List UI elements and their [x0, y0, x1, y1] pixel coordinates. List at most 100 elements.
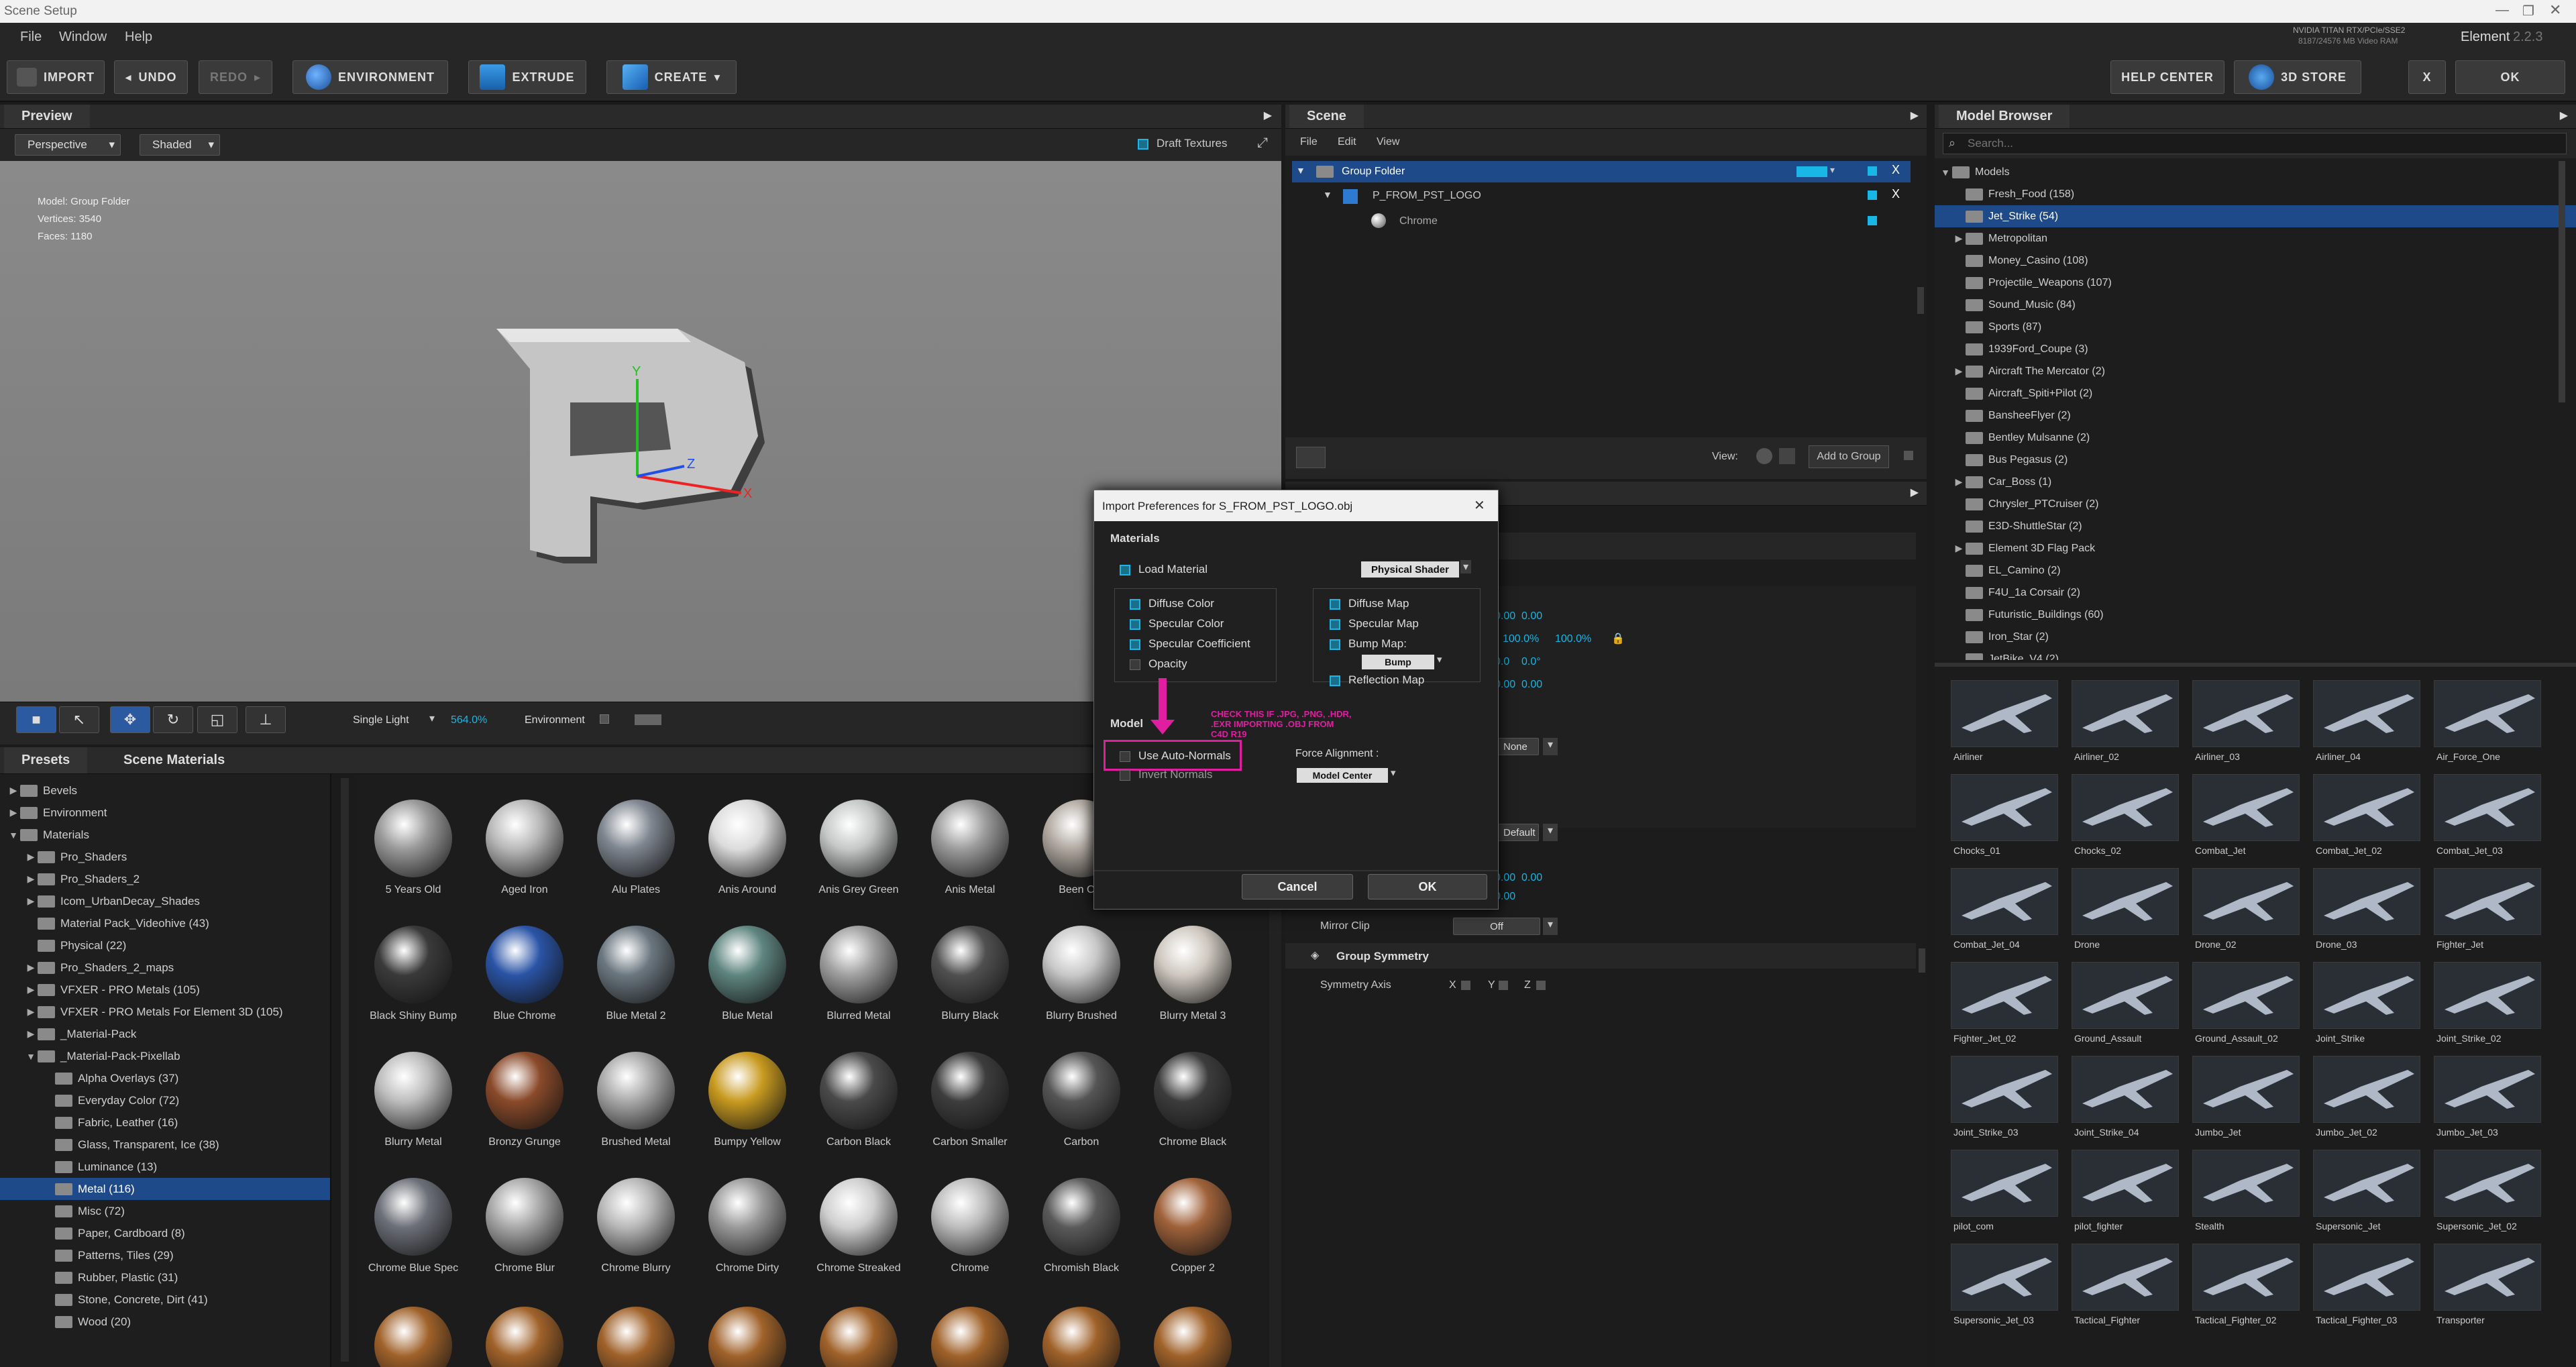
expand-arrow-icon[interactable]: ▶ — [1952, 543, 1966, 554]
material-swatch[interactable] — [1154, 1307, 1232, 1367]
model-thumbnail[interactable] — [2072, 680, 2179, 747]
visibility-checkbox[interactable] — [1868, 190, 1877, 200]
rotate-tool-icon[interactable]: ↻ — [153, 706, 193, 733]
alignment-dropdown[interactable]: Model Center — [1297, 768, 1388, 783]
view-sphere-icon[interactable] — [1756, 448, 1772, 464]
search-input[interactable] — [1968, 135, 2558, 152]
scene-item-group-folder[interactable]: ▼ Group Folder ▾ X — [1292, 161, 1911, 182]
model-thumbnail[interactable] — [1951, 774, 2058, 841]
model-thumbnail[interactable] — [2313, 1244, 2420, 1311]
preset-tree-item[interactable]: Glass, Transparent, Ice (38) — [0, 1134, 330, 1156]
create-button[interactable]: CREATE ▾ — [606, 60, 737, 94]
zoom-value[interactable]: 564.0% — [451, 714, 487, 726]
preset-tree-item[interactable]: ▶ _Material-Pack — [0, 1023, 330, 1045]
model-thumbnail[interactable] — [2313, 1056, 2420, 1123]
material-swatch[interactable] — [1042, 1307, 1120, 1367]
preset-tree-item[interactable]: ▶ Pro_Shaders_2 — [0, 868, 330, 890]
group-symmetry-header[interactable]: ◈ Group Symmetry — [1285, 943, 1916, 969]
diffuse-map-option[interactable]: Diffuse Map — [1330, 597, 1409, 610]
opacity-option[interactable]: Opacity — [1130, 657, 1187, 671]
model-tree-item[interactable]: ▶ Metropolitan — [1935, 227, 2576, 250]
model-thumbnail[interactable] — [2192, 680, 2300, 747]
scene-menu-file[interactable]: File — [1300, 136, 1318, 148]
specular-map-option[interactable]: Specular Map — [1330, 617, 1419, 631]
material-swatch[interactable] — [1042, 1052, 1120, 1130]
model-thumbnail[interactable] — [2192, 962, 2300, 1029]
material-swatch[interactable] — [820, 1052, 898, 1130]
axis-y-checkbox[interactable] — [1499, 981, 1508, 990]
model-thumbnail[interactable] — [2192, 1150, 2300, 1217]
model-thumbnail[interactable] — [1951, 1150, 2058, 1217]
property-value[interactable]: 100.0% — [1503, 633, 1539, 645]
preset-tree-item[interactable]: ▶ VFXER - PRO Metals For Element 3D (105) — [0, 1001, 330, 1023]
material-swatch[interactable] — [931, 1052, 1009, 1130]
model-thumbnail[interactable] — [2313, 680, 2420, 747]
expand-icon[interactable]: ▼ — [1296, 165, 1305, 176]
preset-tree-item[interactable]: ▶ Pro_Shaders — [0, 846, 330, 868]
material-swatch[interactable] — [486, 1307, 564, 1367]
invert-normals-checkbox[interactable] — [1120, 769, 1130, 781]
property-value[interactable]: 100.0% — [1555, 633, 1591, 645]
model-thumbnail[interactable] — [2434, 868, 2541, 935]
expand-arrow-icon[interactable]: ▼ — [1939, 167, 1952, 178]
model-thumbnail[interactable] — [1951, 1244, 2058, 1311]
model-tree-item[interactable]: 1939Ford_Coupe (3) — [1935, 338, 2576, 360]
lock-icon[interactable]: 🔒 — [1611, 632, 1625, 645]
preset-tree-item[interactable]: Alpha Overlays (37) — [0, 1067, 330, 1089]
3d-store-button[interactable]: 3D STORE — [2234, 60, 2361, 94]
model-thumbnail[interactable] — [2313, 962, 2420, 1029]
expand-arrow-icon[interactable]: ▶ — [1952, 233, 1966, 244]
model-thumbnail[interactable] — [1951, 962, 2058, 1029]
draft-textures-toggle[interactable]: Draft Textures — [1138, 137, 1228, 150]
fullscreen-icon[interactable]: ⤢ — [1257, 135, 1268, 151]
model-tree-item[interactable]: ▼ Models — [1935, 161, 2576, 183]
checkbox[interactable] — [1330, 639, 1340, 650]
expand-arrow-icon[interactable]: ▶ — [24, 984, 38, 995]
shader-dropdown[interactable]: Physical Shader — [1361, 561, 1459, 578]
material-swatch[interactable] — [597, 926, 675, 1003]
expand-arrow-icon[interactable]: ▶ — [1952, 366, 1966, 377]
bump-dropdown[interactable]: Bump — [1362, 655, 1434, 669]
tab-presets[interactable]: Presets — [4, 747, 88, 773]
material-swatch[interactable] — [597, 800, 675, 877]
undo-button[interactable]: ◂ UNDO — [114, 60, 188, 94]
preview-tab[interactable]: Preview — [4, 105, 90, 128]
material-swatch[interactable] — [374, 1178, 452, 1256]
model-tree-item[interactable]: Sports (87) — [1935, 316, 2576, 338]
add-group-checkbox[interactable] — [1904, 451, 1913, 460]
material-swatch[interactable] — [486, 1178, 564, 1256]
checkbox[interactable] — [1130, 618, 1140, 630]
property-value[interactable]: 0.00 — [1521, 679, 1542, 691]
expand-arrow-icon[interactable]: ▶ — [7, 785, 20, 796]
chevron-down-icon[interactable]: ▾ — [1830, 164, 1835, 176]
model-thumbnail[interactable] — [2313, 868, 2420, 935]
model-thumbnail[interactable] — [2072, 1056, 2179, 1123]
expand-icon[interactable]: ▼ — [1323, 189, 1332, 200]
material-swatch[interactable] — [1042, 1178, 1120, 1256]
preset-tree-item[interactable]: Material Pack_Videohive (43) — [0, 912, 330, 934]
bump-map-option[interactable]: Bump Map: — [1330, 637, 1407, 651]
preset-tree-item[interactable]: Paper, Cardboard (8) — [0, 1222, 330, 1244]
load-material-option[interactable]: Load Material — [1120, 563, 1208, 576]
preset-tree-item[interactable]: Everyday Color (72) — [0, 1089, 330, 1111]
material-swatch[interactable] — [1154, 1178, 1232, 1256]
expand-arrow-icon[interactable]: ▶ — [24, 962, 38, 973]
tree-splitter[interactable] — [341, 778, 349, 1362]
load-material-checkbox[interactable] — [1120, 564, 1130, 576]
expand-arrow-icon[interactable]: ▼ — [24, 1051, 38, 1062]
redo-button[interactable]: REDO ▸ — [199, 60, 272, 94]
model-thumbnail[interactable] — [2313, 774, 2420, 841]
axis-tool-icon[interactable]: ⊥ — [246, 706, 286, 733]
expand-arrow-icon[interactable]: ▶ — [1952, 476, 1966, 488]
preset-tree-item[interactable]: Wood (20) — [0, 1311, 330, 1333]
model-tree-item[interactable]: Projectile_Weapons (107) — [1935, 272, 2576, 294]
expand-arrow-icon[interactable]: ▼ — [7, 830, 20, 840]
group-color-swatch[interactable] — [1796, 166, 1827, 177]
properties-scrollbar[interactable] — [1919, 948, 1925, 973]
visibility-checkbox[interactable] — [1868, 216, 1877, 225]
minimize-icon[interactable]: — — [2496, 3, 2509, 18]
environment-checkbox[interactable] — [600, 714, 609, 724]
preset-tree-item[interactable]: ▶ Icom_UrbanDecay_Shades — [0, 890, 330, 912]
preset-tree-item[interactable]: Patterns, Tiles (29) — [0, 1244, 330, 1266]
specular-coefficient-option[interactable]: Specular Coefficient — [1130, 637, 1250, 651]
